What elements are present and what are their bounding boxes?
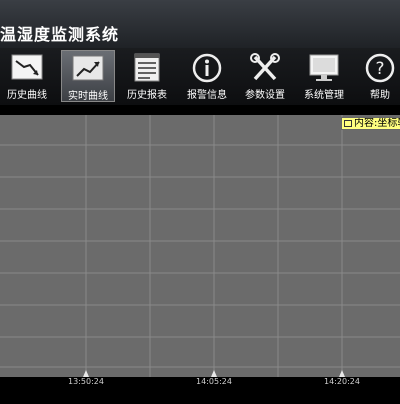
toolbar-item-alarm-info[interactable]: 报警信息 (180, 50, 234, 102)
toolbar-item-label: 历史曲线 (7, 90, 47, 101)
legend-swatch (344, 120, 352, 127)
toolbar-item-history-curve[interactable]: 历史曲线 (0, 50, 54, 102)
monitor-icon (309, 54, 339, 81)
info-icon (192, 53, 222, 83)
legend: 内容:坐标轴 (341, 117, 400, 130)
x-tick-label: 14:05:24 (196, 377, 232, 386)
toolbar-item-system-management[interactable]: 系统管理 (297, 50, 351, 102)
toolbar-item-label: 历史报表 (127, 90, 167, 101)
trend-chart-icon (72, 55, 104, 81)
realtime-chart: 13:50:24 14:05:24 14:20:24 (0, 115, 400, 386)
x-tick-label: 13:50:24 (68, 377, 104, 386)
toolbar-item-label: 帮助 (370, 90, 390, 101)
toolbar-item-label: 报警信息 (187, 90, 227, 101)
x-tick-label: 14:20:24 (324, 377, 360, 386)
toolbar-item-realtime-curve[interactable]: 实时曲线 (61, 50, 115, 102)
toolbar-item-param-settings[interactable]: 参数设置 (238, 50, 292, 102)
toolbar: 历史曲线 实时曲线 历史报表 报警信息 参数设置 系统管理 ? 帮助 (0, 48, 400, 105)
toolbar-item-label: 实时曲线 (68, 91, 108, 102)
chart-area: 13:50:24 14:05:24 14:20:24 (0, 105, 400, 400)
plot-background (0, 115, 400, 377)
report-icon (134, 53, 160, 82)
app-title: 温湿度监测系统 (0, 25, 120, 44)
legend-label: 内容:坐标轴 (354, 118, 400, 129)
toolbar-item-label: 参数设置 (245, 90, 285, 101)
title-bar: 温湿度监测系统 (0, 0, 400, 49)
toolbar-item-help[interactable]: ? 帮助 (353, 50, 400, 102)
toolbar-item-label: 系统管理 (304, 90, 344, 101)
tools-icon (250, 53, 280, 81)
line-chart-icon (11, 54, 43, 80)
svg-text:?: ? (375, 59, 384, 79)
help-icon: ? (365, 53, 395, 83)
toolbar-item-history-report[interactable]: 历史报表 (120, 50, 174, 102)
